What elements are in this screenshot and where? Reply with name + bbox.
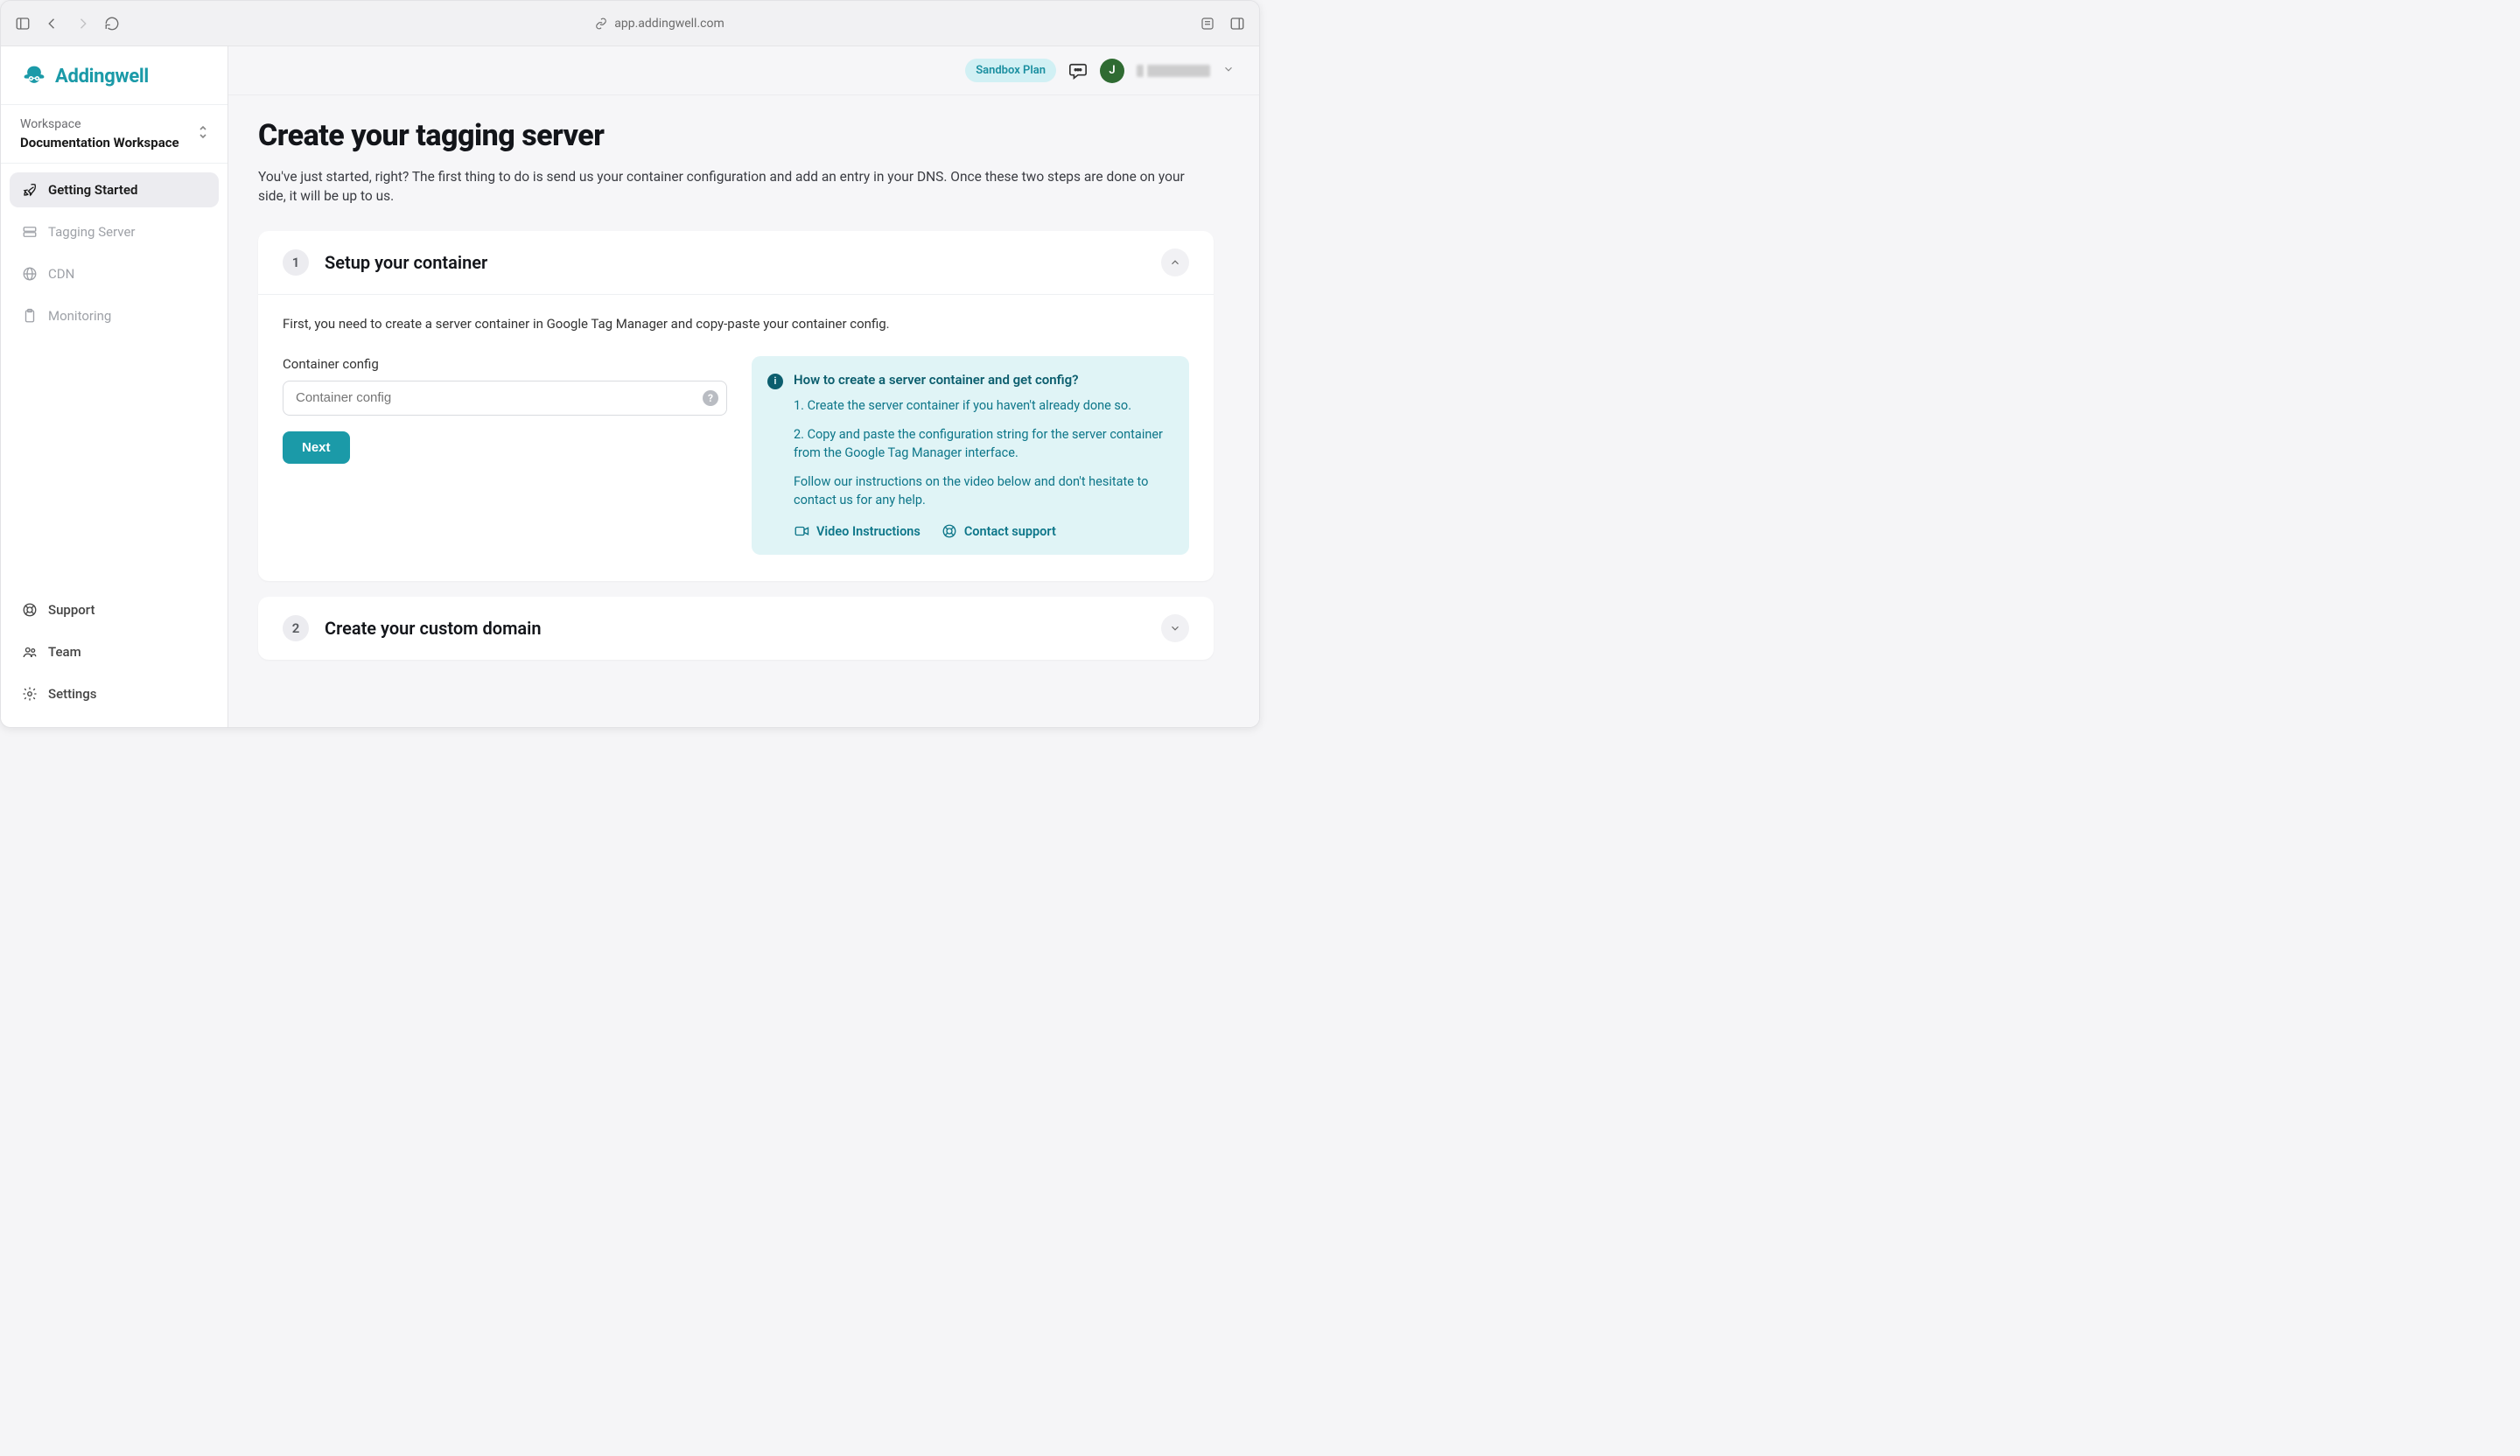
user-name-redacted	[1137, 65, 1210, 77]
nav-label: CDN	[48, 266, 74, 282]
workspace-label: Workspace	[20, 117, 179, 131]
nav-item-getting-started[interactable]: Getting Started	[10, 172, 219, 207]
footer-nav: Support Team Settings	[1, 585, 228, 728]
help-icon[interactable]: ?	[703, 390, 718, 406]
info-followup: Follow our instructions on the video bel…	[794, 472, 1172, 509]
server-icon	[22, 224, 38, 240]
tabs-icon[interactable]	[1229, 16, 1245, 32]
main-area: Sandbox Plan J Create your tagging serve…	[228, 46, 1259, 728]
gear-icon	[22, 686, 38, 702]
chevron-down-icon[interactable]	[1222, 62, 1235, 79]
step-number: 2	[283, 615, 309, 641]
video-icon	[794, 523, 809, 539]
info-panel: i How to create a server container and g…	[752, 356, 1189, 555]
chevrons-updown-icon	[198, 124, 208, 144]
address-bar-url[interactable]: app.addingwell.com	[614, 17, 724, 31]
step-title: Setup your container	[325, 252, 487, 273]
info-line-2: 2. Copy and paste the configuration stri…	[794, 425, 1172, 462]
nav-item-tagging-server[interactable]: Tagging Server	[10, 214, 219, 249]
avatar[interactable]: J	[1100, 59, 1124, 83]
step-1-header[interactable]: 1 Setup your container	[258, 231, 1214, 294]
workspace-name: Documentation Workspace	[20, 135, 179, 150]
logo-icon	[22, 64, 46, 88]
nav-item-settings[interactable]: Settings	[10, 676, 219, 711]
nav-item-cdn[interactable]: CDN	[10, 256, 219, 291]
nav-label: Monitoring	[48, 308, 111, 324]
video-instructions-link[interactable]: Video Instructions	[794, 523, 920, 539]
step-number: 1	[283, 249, 309, 276]
reader-icon[interactable]	[1200, 16, 1215, 32]
nav-label: Getting Started	[48, 182, 137, 198]
step-2-header[interactable]: 2 Create your custom domain	[258, 597, 1214, 660]
nav-label: Tagging Server	[48, 224, 136, 240]
clipboard-icon	[22, 308, 38, 324]
sidebar: Addingwell Workspace Documentation Works…	[1, 46, 228, 728]
lifebuoy-icon	[942, 523, 957, 539]
step-title: Create your custom domain	[325, 618, 542, 639]
step-intro: First, you need to create a server conta…	[283, 316, 1189, 332]
forward-icon	[74, 16, 90, 32]
nav-item-support[interactable]: Support	[10, 592, 219, 627]
nav-label: Settings	[48, 686, 97, 702]
info-line-1: 1. Create the server container if you ha…	[794, 396, 1172, 415]
nav-label: Team	[48, 644, 81, 660]
topbar: Sandbox Plan J	[228, 46, 1259, 95]
page-title: Create your tagging server	[258, 118, 1214, 153]
container-config-input[interactable]	[283, 381, 727, 416]
collapse-button[interactable]	[1161, 248, 1189, 276]
brand-logo[interactable]: Addingwell	[1, 46, 228, 105]
back-icon[interactable]	[45, 16, 60, 32]
globe-icon	[22, 266, 38, 282]
lifebuoy-icon	[22, 602, 38, 618]
primary-nav: Getting Started Tagging Server CDN	[1, 164, 228, 585]
contact-support-link[interactable]: Contact support	[942, 523, 1056, 539]
expand-button[interactable]	[1161, 614, 1189, 642]
step-1-body: First, you need to create a server conta…	[258, 294, 1214, 581]
nav-item-monitoring[interactable]: Monitoring	[10, 298, 219, 333]
reload-icon[interactable]	[104, 16, 120, 32]
rocket-icon	[22, 182, 38, 198]
step-1-card: 1 Setup your container First, you need t…	[258, 231, 1214, 581]
nav-label: Support	[48, 602, 94, 618]
workspace-selector[interactable]: Workspace Documentation Workspace	[1, 105, 228, 164]
info-title: How to create a server container and get…	[794, 372, 1079, 388]
page-description: You've just started, right? The first th…	[258, 167, 1214, 206]
nav-item-team[interactable]: Team	[10, 634, 219, 669]
chat-icon[interactable]	[1068, 62, 1088, 80]
brand-name: Addingwell	[55, 66, 149, 88]
team-icon	[22, 644, 38, 660]
step-2-card: 2 Create your custom domain	[258, 597, 1214, 660]
container-config-label: Container config	[283, 356, 727, 372]
info-icon: i	[767, 374, 783, 389]
link-icon	[595, 18, 607, 30]
next-button[interactable]: Next	[283, 431, 350, 464]
browser-chrome: app.addingwell.com	[1, 1, 1259, 46]
sidebar-toggle-icon[interactable]	[15, 16, 31, 32]
plan-badge[interactable]: Sandbox Plan	[965, 59, 1056, 82]
